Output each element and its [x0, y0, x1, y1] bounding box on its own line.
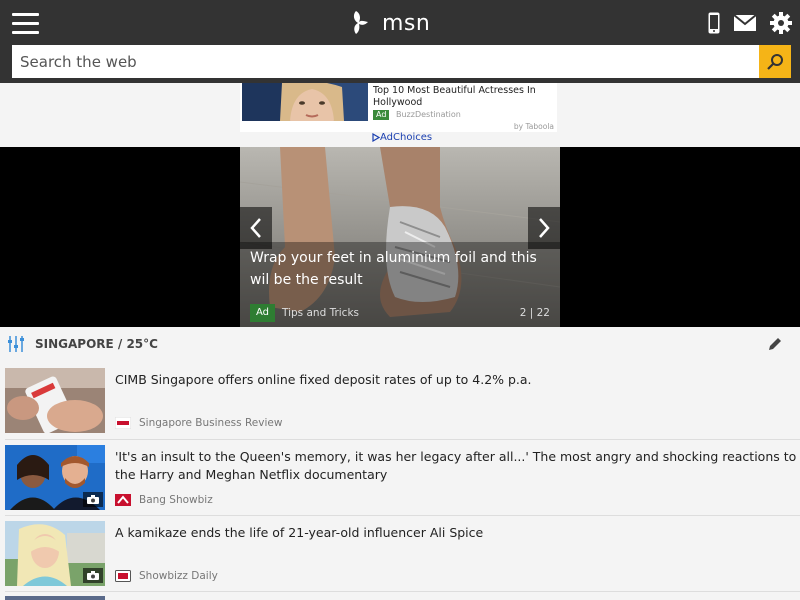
source-logo-icon [115, 494, 131, 506]
news-item[interactable]: A kamikaze ends the life of 21-year-old … [5, 521, 800, 586]
sponsored-ad[interactable]: Top 10 Most Beautiful Actresses In Holly… [240, 83, 557, 132]
camera-icon [83, 492, 103, 507]
ad-thumbnail[interactable] [242, 83, 368, 121]
chevron-left-icon [250, 218, 261, 238]
source-logo-icon [115, 417, 131, 429]
location-weather-label[interactable]: SINGAPORE / 25°C [35, 337, 158, 351]
ad-source: BuzzDestination [396, 110, 461, 119]
hero-title[interactable]: Wrap your feet in aluminium foil and thi… [250, 247, 550, 291]
news-source-name: Showbizz Daily [139, 570, 218, 582]
carousel-next-button[interactable] [528, 207, 560, 249]
divider [5, 591, 800, 592]
news-thumbnail[interactable] [5, 368, 105, 433]
news-source-name: Bang Showbiz [139, 494, 213, 506]
phone-icon[interactable] [708, 12, 720, 34]
news-source: Singapore Business Review [115, 417, 282, 429]
news-thumbnail-partial[interactable] [5, 596, 105, 600]
edit-icon[interactable] [768, 337, 782, 351]
divider [5, 439, 800, 440]
divider [5, 515, 800, 516]
top-icons [694, 12, 792, 34]
news-headline[interactable]: 'It's an insult to the Queen's memory, i… [115, 448, 800, 484]
news-headline[interactable]: CIMB Singapore offers online fixed depos… [115, 371, 800, 389]
news-source: Showbizz Daily [115, 570, 218, 582]
top-bar: msn [0, 0, 800, 83]
hero-ad-badge: Ad [250, 304, 276, 322]
adchoices-label: AdChoices [380, 132, 433, 143]
news-headline[interactable]: A kamikaze ends the life of 21-year-old … [115, 524, 800, 542]
carousel-counter: 2 | 22 [519, 307, 550, 319]
news-source-name: Singapore Business Review [139, 417, 283, 429]
carousel-prev-button[interactable] [240, 207, 272, 249]
source-logo-icon [115, 570, 131, 582]
sliders-icon[interactable] [7, 336, 25, 352]
news-thumbnail[interactable] [5, 521, 105, 586]
news-item[interactable]: 'It's an insult to the Queen's memory, i… [5, 445, 800, 510]
gear-icon[interactable] [770, 12, 792, 34]
news-item[interactable]: CIMB Singapore offers online fixed depos… [5, 368, 800, 433]
adchoices-link[interactable]: AdChoices [372, 132, 432, 143]
mail-icon[interactable] [734, 15, 756, 31]
ad-badge: Ad [373, 110, 390, 120]
chevron-right-icon [539, 218, 550, 238]
hero-image [240, 147, 560, 327]
camera-icon [83, 568, 103, 583]
menu-icon[interactable] [12, 13, 39, 35]
search-input[interactable] [12, 45, 759, 78]
search-bar [12, 45, 791, 78]
hero-source: Tips and Tricks [282, 307, 360, 319]
adchoices-icon [372, 133, 380, 142]
ad-title[interactable]: Top 10 Most Beautiful Actresses In Holly… [373, 85, 553, 109]
butterfly-logo-icon [353, 11, 368, 34]
brand-name: msn [382, 10, 431, 36]
search-button[interactable] [759, 45, 791, 78]
search-icon [767, 53, 783, 70]
section-header: SINGAPORE / 25°C [0, 327, 800, 363]
msn-logo[interactable]: msn [350, 6, 430, 40]
taboola-credit[interactable]: by Taboola [514, 122, 554, 131]
news-thumbnail[interactable] [5, 445, 105, 510]
news-source: Bang Showbiz [115, 494, 213, 506]
hero-carousel[interactable]: Wrap your feet in aluminium foil and thi… [240, 147, 560, 327]
